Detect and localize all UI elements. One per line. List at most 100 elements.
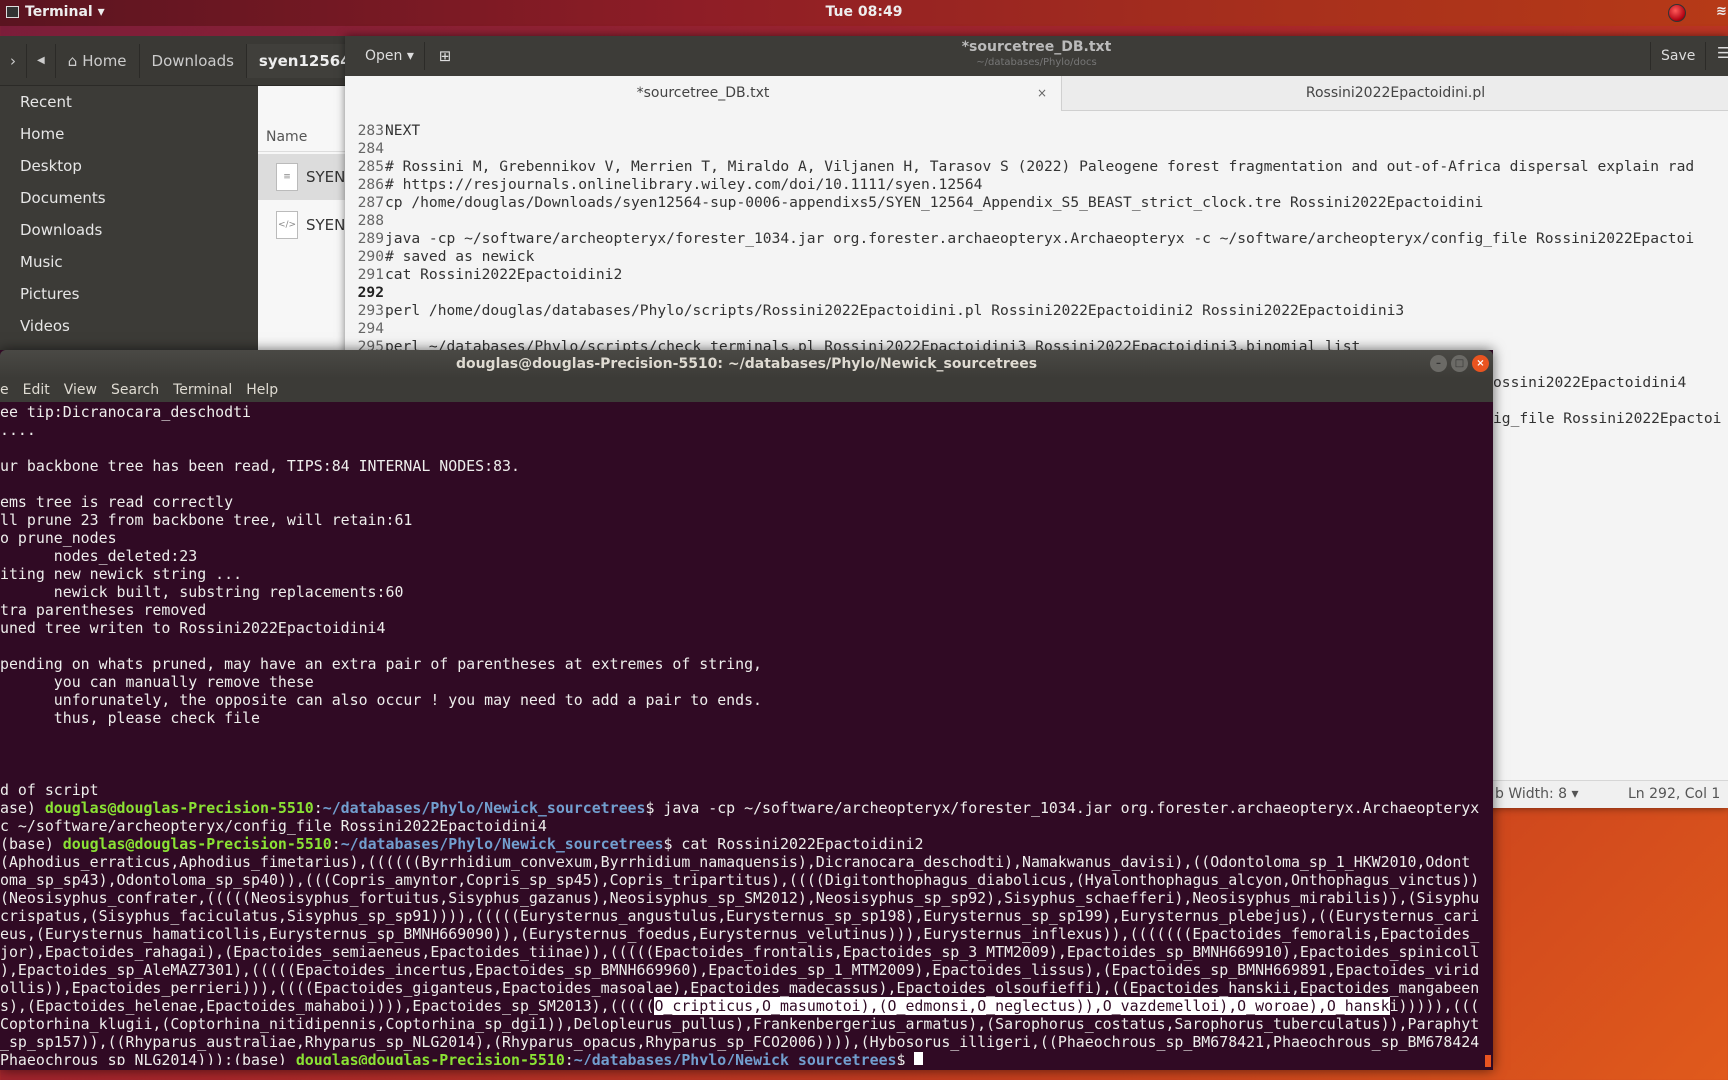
- editor-line: 287 cp /home/douglas/Downloads/syen12564-…: [345, 194, 1728, 212]
- terminal-line: ase) douglas@douglas-Precision-5510:~/da…: [0, 799, 1480, 817]
- tab-label: *sourcetree_DB.txt: [636, 85, 770, 101]
- sidebar-item-desktop[interactable]: Desktop: [6, 150, 258, 182]
- line-number: 284: [357, 140, 384, 157]
- menu-help[interactable]: Help: [246, 382, 278, 398]
- editor-line: 286 # https://resjournals.onlinelibrary.w…: [345, 176, 1728, 194]
- tab-sourcetree-db[interactable]: *sourcetree_DB.txt ×: [345, 76, 1062, 111]
- maximize-icon[interactable]: □: [1451, 355, 1468, 372]
- terminal-line: unforunately, the opposite can also occu…: [0, 691, 1480, 709]
- line-number: 290: [357, 248, 384, 265]
- menu-view[interactable]: View: [64, 382, 97, 398]
- editor-text-area[interactable]: 283 NEXT 284 285 # Rossini M, Grebennikov V,…: [345, 122, 1728, 356]
- terminal-line: jor),Epactoides_rahagai),(Epactoides_sem…: [0, 943, 1480, 961]
- output-text: newick built, substring replacements:60: [0, 583, 404, 601]
- line-number: 294: [357, 320, 384, 337]
- output-text: d of script: [0, 781, 99, 799]
- tab-rossini-pl[interactable]: Rossini2022Epactoidini.pl: [1063, 76, 1728, 111]
- terminal-line: ollis)),Epactoides_perrieri))),((((Epact…: [0, 979, 1480, 997]
- editor-line: 292: [345, 284, 1728, 302]
- output-text: c ~/software/archeopteryx/config_file Ro…: [0, 817, 547, 835]
- prompt-path: ~/databases/Phylo/Newick_sourcetrees: [573, 1051, 897, 1065]
- output-text: (base): [0, 835, 63, 853]
- top-panel: Terminal ▾ Tue 08:49 ≋: [0, 0, 1728, 26]
- clock[interactable]: Tue 08:49: [0, 4, 1728, 20]
- terminal-line: s),(Epactoides_helenae,Epactoides_mahabo…: [0, 997, 1480, 1015]
- line-text: perl /home/douglas/databases/Phylo/scrip…: [385, 302, 1405, 319]
- terminal-output[interactable]: ee tip:Dicranocara_deschodti.... ur backb…: [0, 403, 1480, 1065]
- sidebar-item-music[interactable]: Music: [6, 246, 258, 278]
- prompt-user: douglas@douglas-Precision-5510: [295, 1051, 565, 1065]
- line-number: 287: [357, 194, 384, 211]
- terminal-line: ll prune 23 from backbone tree, will ret…: [0, 511, 1480, 529]
- terminal-line: o prune_nodes: [0, 529, 1480, 547]
- output-text: jor),Epactoides_rahagai),(Epactoides_sem…: [0, 943, 1480, 961]
- terminal-line: d of script: [0, 781, 1480, 799]
- close-icon[interactable]: ×: [1472, 355, 1489, 372]
- cursor-position[interactable]: Ln 292, Col 1: [1628, 786, 1720, 802]
- output-text: iting new newick string ...: [0, 565, 243, 583]
- output-text: o prune_nodes: [0, 529, 117, 547]
- menu-search[interactable]: Search: [111, 382, 159, 398]
- output-text: :: [331, 835, 341, 853]
- terminal-line: tra parentheses removed: [0, 601, 1480, 619]
- forward-button[interactable]: ›: [0, 43, 27, 78]
- editor-line: 290 # saved as newick: [345, 248, 1728, 266]
- output-text: ollis)),Epactoides_perrieri))),((((Epact…: [0, 979, 1480, 997]
- sidebar-item-pictures[interactable]: Pictures: [6, 278, 258, 310]
- terminal-line: Phaeochrous_sp_NLG2014)));(base) douglas…: [0, 1051, 1480, 1065]
- breadcrumb-downloads[interactable]: Downloads: [140, 43, 247, 78]
- terminal-line: _sp_sp157)),((Rhyparus_australiae,Rhypar…: [0, 1033, 1480, 1051]
- breadcrumb-home[interactable]: ⌂ Home: [56, 43, 140, 78]
- sidebar-item-downloads[interactable]: Downloads: [6, 214, 258, 246]
- output-text: s),(Epactoides_helenae,Epactoides_mahabo…: [0, 997, 655, 1015]
- editor-line: 283 NEXT: [345, 122, 1728, 140]
- terminal-line: Coptorhina_klugii,(Coptorhina_nitidipenn…: [0, 1015, 1480, 1033]
- terminal-line: you can manually remove these: [0, 673, 1480, 691]
- output-text: ll prune 23 from backbone tree, will ret…: [0, 511, 413, 529]
- save-button[interactable]: Save: [1650, 42, 1707, 70]
- prompt-path: ~/databases/Phylo/Newick_sourcetrees: [322, 799, 646, 817]
- terminal-line: (Aphodius_erraticus,Aphodius_fimetarius)…: [0, 853, 1480, 871]
- editor-tabs: *sourcetree_DB.txt × Rossini2022Epactoidi…: [345, 76, 1728, 111]
- file-name: SYEN: [306, 168, 346, 186]
- sidebar-item-home[interactable]: Home: [6, 118, 258, 150]
- output-text: crispatus,(Sisyphus_faciculatus,Sisyphus…: [0, 907, 1480, 925]
- editor-text-fragment: ig_file Rossini2022Epactoi: [1493, 410, 1722, 427]
- output-text: unforunately, the opposite can also occu…: [0, 691, 763, 709]
- prompt-path: ~/databases/Phylo/Newick_sourcetrees: [340, 835, 664, 853]
- sidebar-item-recent[interactable]: Recent: [6, 86, 258, 118]
- terminal-line: ....: [0, 421, 1480, 439]
- editor-text-fragment: ossini2022Epactoidini4: [1493, 374, 1687, 391]
- menu-terminal[interactable]: Terminal: [173, 382, 232, 398]
- line-text: cp /home/douglas/Downloads/syen12564-sup…: [385, 194, 1484, 211]
- scrollbar[interactable]: [1485, 1055, 1491, 1067]
- document-title: *sourcetree_DB.txt: [961, 39, 1112, 55]
- terminal-titlebar[interactable]: douglas@douglas-Precision-5510: ~/databa…: [0, 350, 1493, 378]
- terminal-line: ur backbone tree has been read, TIPS:84 …: [0, 457, 1480, 475]
- editor-line: 291 cat Rossini2022Epactoidini2: [345, 266, 1728, 284]
- menu-edit[interactable]: Edit: [23, 382, 50, 398]
- breadcrumb-scroll-left[interactable]: ◀: [27, 43, 56, 78]
- menu-file[interactable]: e: [0, 382, 9, 398]
- output-text: $ cat Rossini2022Epactoidini2: [663, 835, 924, 853]
- record-indicator-icon[interactable]: [1668, 4, 1686, 22]
- editor-line: 285 # Rossini M, Grebennikov V, Merrien T…: [345, 158, 1728, 176]
- places-sidebar: Recent Home Desktop Documents Downloads Music…: [6, 86, 258, 352]
- tab-width-selector[interactable]: b Width: 8 ▾: [1495, 786, 1579, 802]
- output-text: (Aphodius_erraticus,Aphodius_fimetarius)…: [0, 853, 1471, 871]
- output-text: ur backbone tree has been read, TIPS:84 …: [0, 457, 520, 475]
- wifi-icon[interactable]: ≋: [1716, 4, 1727, 19]
- hamburger-menu-icon[interactable]: ☰: [1717, 44, 1728, 62]
- text-file-icon: ≡: [276, 163, 298, 191]
- output-text: :: [564, 1051, 574, 1065]
- output-text: you can manually remove these: [0, 673, 314, 691]
- sidebar-item-videos[interactable]: Videos: [6, 310, 258, 342]
- line-text: cat Rossini2022Epactoidini2: [385, 266, 623, 283]
- sidebar-item-documents[interactable]: Documents: [6, 182, 258, 214]
- output-text: ems tree is read correctly: [0, 493, 234, 511]
- terminal-line: oma_sp_sp43),Odontoloma_sp_sp40)),(((Cop…: [0, 871, 1480, 889]
- minimize-icon[interactable]: –: [1430, 355, 1447, 372]
- close-tab-icon[interactable]: ×: [1037, 76, 1047, 111]
